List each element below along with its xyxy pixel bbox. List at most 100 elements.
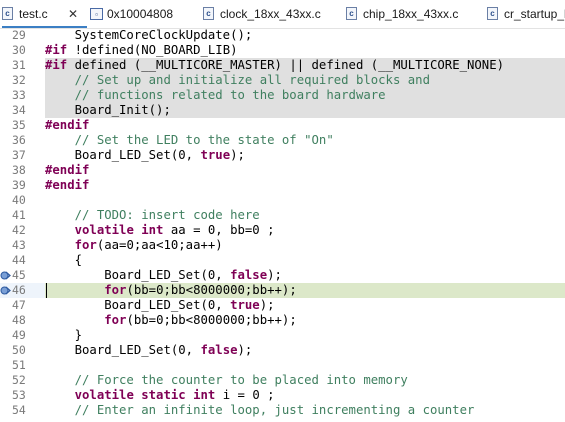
code-line[interactable]: 53 volatile static int i = 0 ; [0, 388, 565, 403]
code-line[interactable]: 47 Board_LED_Set(0, true); [0, 298, 565, 313]
code-line[interactable]: 35 #endif [0, 118, 565, 133]
code-line[interactable]: 37 Board_LED_Set(0, true); [0, 148, 565, 163]
code-text: // Enter an infinite loop, just incremen… [45, 403, 565, 418]
line-number: 43 [12, 238, 26, 252]
memory-icon: ▫ [90, 8, 103, 20]
code-line[interactable]: 32 // Set up and initialize all required… [0, 73, 565, 88]
code-token: i = 0 ; [215, 388, 275, 402]
code-token: for [74, 238, 97, 252]
code-line[interactable]: 46 for(bb=0;bb<8000000;bb++); [0, 283, 565, 298]
tab-label: chip_18xx_43xx.c [363, 7, 459, 21]
code-line[interactable]: 45 Board_LED_Set(0, false); [0, 268, 565, 283]
code-token: volatile int [74, 223, 164, 237]
line-number: 32 [12, 73, 26, 87]
code-text: #if defined (__MULTICORE_MASTER) || defi… [45, 58, 565, 73]
code-text: for(aa=0;aa<10;aa++) [45, 238, 565, 253]
code-token: true [200, 148, 231, 162]
code-token: defined (__MULTICORE_MASTER) || defined … [67, 58, 505, 72]
code-line[interactable]: 50 Board_LED_Set(0, false); [0, 343, 565, 358]
tab-2[interactable]: c clock_18xx_43xx.c [203, 0, 343, 28]
tab-4[interactable]: c cr_startup_lp [487, 0, 565, 28]
code-text: volatile static int i = 0 ; [45, 388, 565, 403]
line-number: 41 [12, 208, 26, 222]
line-number: 52 [12, 373, 26, 387]
code-token: (bb=0;bb<8000000;bb++); [126, 313, 297, 327]
code-token: Board_LED_Set(0, [45, 298, 231, 312]
line-number: 39 [12, 178, 26, 192]
code-text: // TODO: insert code here [45, 208, 565, 223]
line-number: 35 [12, 118, 26, 132]
code-line[interactable]: 40 [0, 193, 565, 208]
tab-1[interactable]: ▫ 0x10004808 [90, 0, 200, 28]
code-text: // Set up and initialize all required bl… [45, 73, 565, 88]
code-line[interactable]: 51 [0, 358, 565, 373]
code-token: // TODO: insert code here [45, 208, 260, 222]
code-line[interactable]: 54 // Enter an infinite loop, just incre… [0, 403, 565, 418]
code-line[interactable]: 34 Board_Init(); [0, 103, 565, 118]
code-line[interactable]: 30 #if !defined(NO_BOARD_LIB) [0, 43, 565, 58]
code-token: // Set the LED to the state of "On" [45, 133, 334, 147]
code-text: SystemCoreClockUpdate(); [45, 28, 565, 43]
code-line[interactable]: 49 } [0, 328, 565, 343]
code-line[interactable]: 36 // Set the LED to the state of "On" [0, 133, 565, 148]
code-text: volatile int aa = 0, bb=0 ; [45, 223, 565, 238]
code-text: // Force the counter to be placed into m… [45, 373, 565, 388]
code-editor[interactable]: 29 SystemCoreClockUpdate(); 30 #if !define… [0, 28, 565, 422]
line-number: 47 [12, 298, 26, 312]
code-line[interactable]: 29 SystemCoreClockUpdate(); [0, 28, 565, 43]
line-number: 37 [12, 148, 26, 162]
code-line[interactable]: 44 { [0, 253, 565, 268]
code-line[interactable]: 39 #endif [0, 178, 565, 193]
code-text: // Set the LED to the state of "On" [45, 133, 565, 148]
code-token: ); [259, 298, 275, 312]
code-token: for [104, 313, 127, 327]
code-token: false [200, 343, 238, 357]
breakpoint-marker-icon[interactable] [0, 285, 11, 296]
code-token: volatile static int [74, 388, 216, 402]
tab-3[interactable]: c chip_18xx_43xx.c [346, 0, 484, 28]
code-text: } [45, 328, 565, 343]
line-number: 38 [12, 163, 26, 177]
line-number: 49 [12, 328, 26, 342]
code-line[interactable]: 38 #endif [0, 163, 565, 178]
line-number: 33 [12, 88, 26, 102]
code-line[interactable]: 31 #if defined (__MULTICORE_MASTER) || de… [0, 58, 565, 73]
code-line[interactable]: 43 for(aa=0;aa<10;aa++) [0, 238, 565, 253]
code-line[interactable]: 33 // functions related to the board har… [0, 88, 565, 103]
code-token: ); [237, 343, 253, 357]
line-number: 53 [12, 388, 26, 402]
code-token: #if [45, 43, 68, 57]
code-token: #endif [45, 118, 90, 132]
code-line[interactable]: 41 // TODO: insert code here [0, 208, 565, 223]
tab-label: clock_18xx_43xx.c [220, 7, 321, 21]
code-token: // Set up and initialize all required bl… [45, 73, 430, 87]
tab-0[interactable]: c test.c ✕ [2, 0, 87, 28]
code-line[interactable]: 42 volatile int aa = 0, bb=0 ; [0, 223, 565, 238]
code-text: #endif [45, 163, 565, 178]
line-number: 54 [12, 403, 26, 417]
code-text: Board_LED_Set(0, true); [45, 148, 565, 163]
close-icon[interactable]: ✕ [68, 0, 78, 26]
breakpoint-marker-icon[interactable] [0, 270, 11, 281]
code-line[interactable]: 48 for(bb=0;bb<8000000;bb++); [0, 313, 565, 328]
tab-label: test.c [19, 7, 48, 21]
code-token: ); [267, 268, 282, 282]
line-number: 40 [12, 193, 26, 207]
code-text: #endif [45, 178, 565, 193]
code-text: Board_LED_Set(0, true); [45, 298, 565, 313]
c-file-icon: c [487, 7, 498, 20]
code-token: Board_LED_Set(0, [45, 343, 201, 357]
code-token: aa = 0, bb=0 ; [163, 223, 275, 237]
code-token: false [230, 268, 268, 282]
text-cursor [46, 283, 47, 298]
code-token: Board_LED_Set(0, [45, 268, 231, 282]
code-text: for(bb=0;bb<8000000;bb++); [45, 283, 565, 298]
code-text: // functions related to the board hardwa… [45, 88, 565, 103]
code-line[interactable]: 52 // Force the counter to be placed int… [0, 373, 565, 388]
code-text: #endif [45, 118, 565, 133]
